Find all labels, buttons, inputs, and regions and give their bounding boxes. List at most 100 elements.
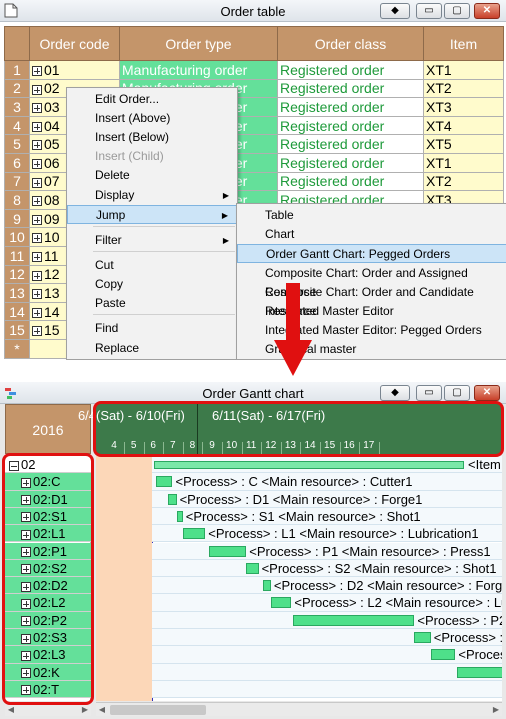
tree-row[interactable]: 02:S3 (5, 629, 91, 647)
expand-icon[interactable] (32, 121, 42, 132)
tree-row[interactable]: 02:K (5, 663, 91, 681)
gantt-task-bar[interactable] (262, 580, 271, 592)
item-cell[interactable]: XT5 (423, 134, 504, 154)
menu-item-insert-below[interactable]: Insert (Below) (67, 128, 237, 147)
expand-icon[interactable] (32, 84, 42, 95)
column-header-order-type[interactable]: Order type (119, 26, 278, 61)
row-number[interactable]: 11 (4, 245, 30, 266)
row-number[interactable]: 7 (4, 171, 30, 192)
expand-icon[interactable] (21, 512, 31, 523)
gantt-minimize-button[interactable]: ▭ (416, 385, 442, 401)
gantt-task-bar[interactable] (293, 614, 415, 626)
scroll-left-icon[interactable]: ◀ (96, 703, 108, 716)
expand-icon[interactable] (21, 581, 31, 592)
order-class-cell[interactable]: Registered order (277, 78, 424, 99)
row-number[interactable]: 2 (4, 78, 30, 99)
menu-item-replace[interactable]: Replace (67, 339, 237, 358)
scroll-right-icon[interactable]: ▶ (490, 703, 502, 716)
expand-icon[interactable] (21, 598, 31, 609)
tree-row[interactable]: 02:T (5, 680, 91, 699)
gantt-titlebar[interactable]: Order Gantt chart ◆ ▭ ▢ ✕ (0, 382, 506, 404)
tree-row[interactable]: 02:P2 (5, 611, 91, 629)
tree-row[interactable]: 02:P1 (5, 542, 91, 560)
row-number[interactable]: 8 (4, 190, 30, 210)
item-cell[interactable]: XT1 (423, 60, 504, 80)
order-class-cell[interactable]: Registered order (277, 60, 424, 80)
expand-icon[interactable] (32, 252, 42, 263)
expand-icon[interactable] (21, 668, 31, 679)
expand-icon[interactable] (32, 270, 42, 281)
gantt-diamond-button[interactable]: ◆ (380, 385, 410, 401)
tree-row[interactable]: 02:D2 (5, 577, 91, 595)
order-class-cell[interactable]: Registered order (277, 97, 424, 117)
row-number[interactable]: 5 (4, 134, 30, 154)
expand-icon[interactable] (32, 233, 42, 244)
tree-row[interactable]: 02:L1 (5, 525, 91, 543)
gantt-task-bar[interactable] (156, 476, 173, 488)
item-cell[interactable]: XT1 (423, 152, 504, 173)
gantt-task-bar[interactable] (209, 545, 247, 557)
menu-item-delete[interactable]: Delete (67, 166, 237, 185)
tree-row[interactable]: 02:L2 (5, 594, 91, 612)
menu-item-find[interactable]: Find (67, 319, 237, 338)
menu-item-copy[interactable]: Copy (67, 275, 237, 294)
expand-icon[interactable] (32, 177, 42, 188)
close-button[interactable]: ✕ (474, 3, 500, 19)
item-cell[interactable]: XT2 (423, 78, 504, 99)
gantt-task-bar[interactable] (176, 510, 183, 522)
row-number[interactable]: 9 (4, 208, 30, 229)
gantt-task-bar[interactable] (414, 632, 431, 643)
tree-root-row[interactable]: 02 (5, 456, 91, 474)
jump-item-table[interactable]: Table (237, 206, 506, 225)
scroll-thumb[interactable] (110, 705, 206, 715)
row-number[interactable]: * (4, 338, 30, 359)
column-header-order-code[interactable]: Order code (29, 26, 120, 61)
order-class-cell[interactable]: Registered order (277, 152, 424, 173)
gantt-chart-area[interactable]: <Item <Process> : C <Main resource> : Cut… (96, 456, 502, 701)
corner-header[interactable] (4, 26, 30, 61)
tree-row[interactable]: 02:D1 (5, 490, 91, 508)
gantt-task-bar[interactable] (270, 597, 292, 609)
diamond-button[interactable]: ◆ (380, 3, 410, 19)
column-header-item[interactable]: Item (423, 26, 504, 61)
scroll-left-icon[interactable]: ◀ (5, 703, 17, 716)
expand-icon[interactable] (32, 103, 42, 114)
expand-icon[interactable] (21, 650, 31, 661)
scroll-right-icon[interactable]: ▶ (79, 703, 91, 716)
order-class-cell[interactable]: Registered order (277, 134, 424, 154)
tree-row[interactable]: 02:S2 (5, 559, 91, 578)
order-class-cell[interactable]: Registered order (277, 171, 424, 192)
row-number[interactable]: 15 (4, 320, 30, 340)
expand-icon[interactable] (32, 66, 42, 77)
minimize-button[interactable]: ▭ (416, 3, 442, 19)
row-number[interactable]: 12 (4, 264, 30, 285)
menu-item-display[interactable]: Display ▶ (67, 186, 237, 205)
row-number[interactable]: 10 (4, 227, 30, 247)
gantt-maximize-button[interactable]: ▢ (444, 385, 470, 401)
expand-icon[interactable] (21, 633, 31, 644)
expand-icon[interactable] (32, 326, 42, 337)
jump-item-composite-chart-order-and-assigned-resource[interactable]: Composite Chart: Order and Assigned Reso… (237, 264, 506, 299)
expand-icon[interactable] (32, 307, 42, 318)
menu-item-filter[interactable]: Filter ▶ (67, 231, 237, 250)
jump-item-composite-chart-order-and-candidate-resource[interactable]: Composite Chart: Order and Candidate Res… (237, 283, 506, 318)
expand-icon[interactable] (21, 529, 31, 540)
gantt-close-button[interactable]: ✕ (474, 385, 500, 401)
gantt-task-bar[interactable] (168, 493, 177, 505)
item-cell[interactable]: XT2 (423, 171, 504, 192)
row-number[interactable]: 4 (4, 115, 30, 136)
maximize-button[interactable]: ▢ (444, 3, 470, 19)
menu-item-insert-above[interactable]: Insert (Above) (67, 109, 237, 128)
tree-row[interactable]: 02:L3 (5, 646, 91, 664)
gantt-task-bar[interactable] (246, 562, 259, 574)
table-row[interactable]: 1 01 Manufacturing order Registered order XT… (4, 60, 504, 80)
expand-icon[interactable] (21, 495, 31, 506)
expand-icon[interactable] (32, 214, 42, 225)
item-cell[interactable]: XT4 (423, 115, 504, 136)
expand-icon[interactable] (32, 159, 42, 170)
expand-icon[interactable] (21, 564, 31, 575)
column-header-order-class[interactable]: Order class (277, 26, 424, 61)
row-number[interactable]: 1 (4, 60, 30, 80)
gantt-item-bar[interactable] (154, 461, 464, 469)
gantt-task-bar[interactable] (430, 649, 456, 661)
